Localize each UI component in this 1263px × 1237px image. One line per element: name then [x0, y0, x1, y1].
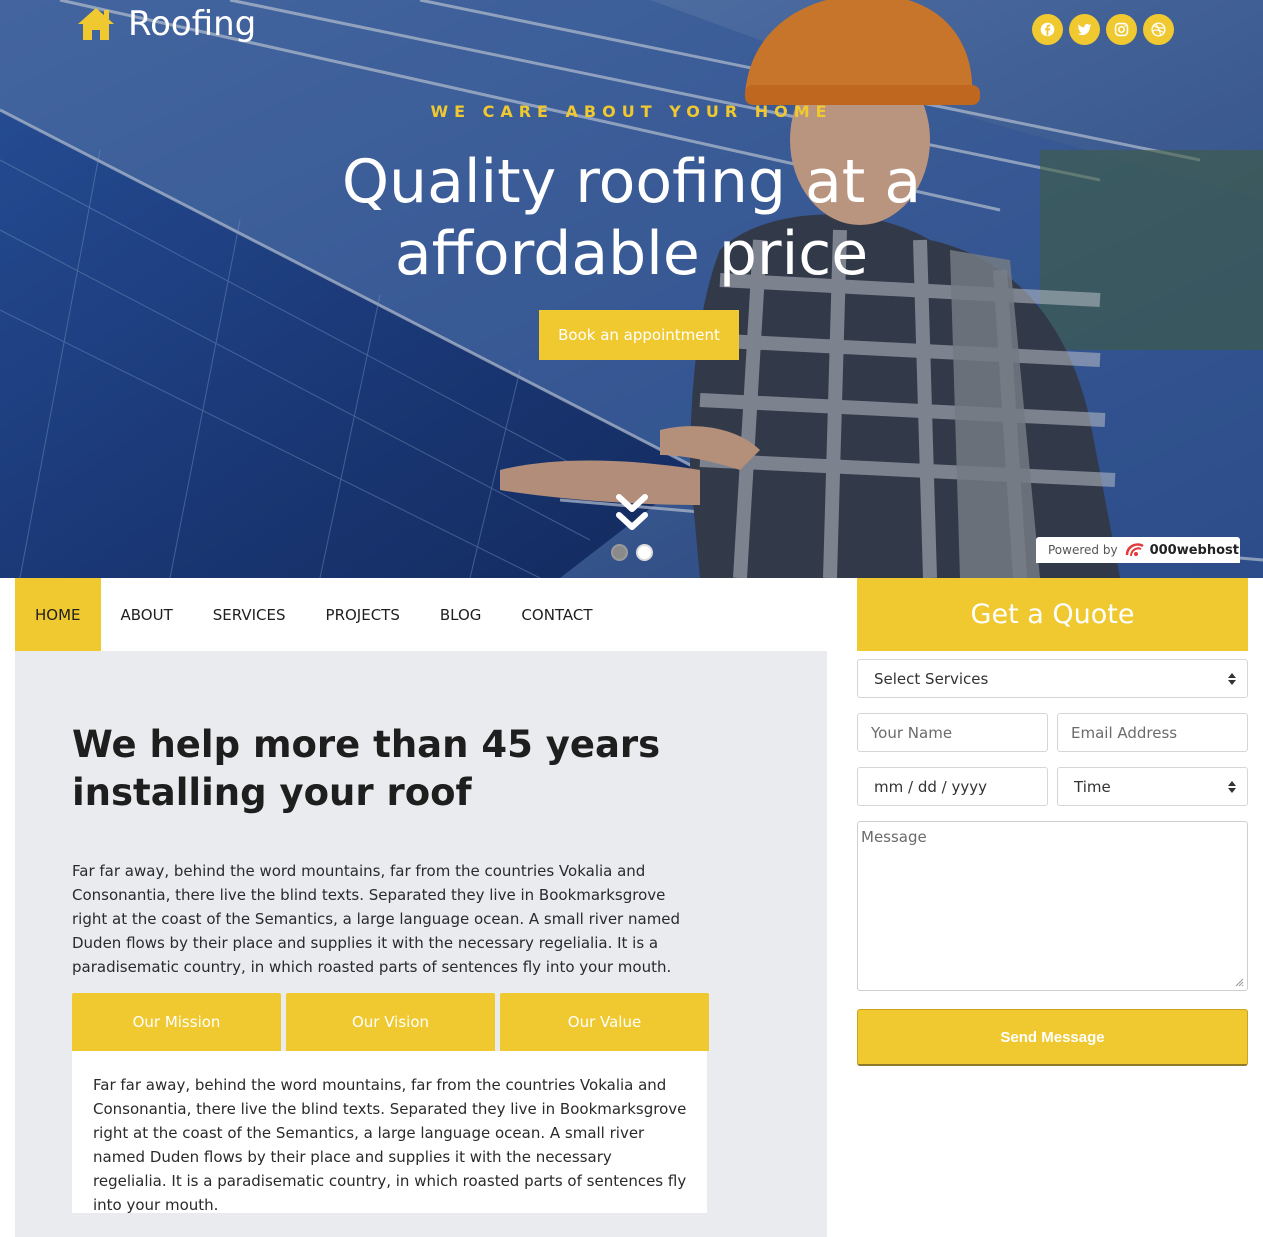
- tab-our-value[interactable]: Our Value: [500, 993, 709, 1051]
- twitter-link[interactable]: [1069, 14, 1100, 45]
- facebook-link[interactable]: [1032, 14, 1063, 45]
- chevron-double-down-icon[interactable]: [615, 494, 649, 534]
- powered-by-label: Powered by: [1048, 543, 1118, 557]
- home-icon: [78, 8, 114, 40]
- name-field-placeholder: Your Name: [871, 723, 953, 742]
- quote-title: Get a Quote: [857, 578, 1248, 651]
- services-select[interactable]: Select Services: [857, 659, 1248, 698]
- email-field[interactable]: Email Address: [1057, 713, 1248, 752]
- message-placeholder: Message: [861, 828, 927, 846]
- social-links: [1032, 14, 1174, 45]
- slider-dot-active[interactable]: [636, 544, 653, 561]
- about-tabs: Our Mission Our Vision Our Value: [72, 993, 709, 1051]
- brand-logo[interactable]: Roofing: [76, 4, 256, 44]
- time-select[interactable]: Time: [1057, 767, 1248, 806]
- twitter-icon: [1077, 23, 1092, 36]
- tab-our-mission[interactable]: Our Mission: [72, 993, 281, 1051]
- powered-by-badge[interactable]: Powered by 000webhost: [1036, 537, 1240, 563]
- nav-item-home[interactable]: HOME: [15, 578, 101, 651]
- time-select-value: Time: [1074, 777, 1111, 796]
- main-nav: HOME ABOUT SERVICES PROJECTS BLOG CONTAC…: [15, 578, 827, 651]
- select-arrows-icon: [1228, 672, 1236, 685]
- tab-our-vision[interactable]: Our Vision: [286, 993, 495, 1051]
- nav-item-contact[interactable]: CONTACT: [501, 578, 612, 651]
- about-section: We help more than 45 years installing yo…: [15, 651, 827, 1237]
- tab-panel-text: Far far away, behind the word mountains,…: [72, 1051, 707, 1214]
- hero-section: Roofing WE CARE ABOUT YOUR HOME Quality …: [0, 0, 1263, 578]
- services-select-value: Select Services: [874, 669, 989, 688]
- brand-name: Roofing: [128, 4, 257, 44]
- hero-title: Quality roofing at a affordable price: [341, 147, 922, 289]
- name-field[interactable]: Your Name: [857, 713, 1048, 752]
- instagram-link[interactable]: [1106, 14, 1137, 45]
- dribbble-link[interactable]: [1143, 14, 1174, 45]
- send-message-button[interactable]: Send Message: [857, 1009, 1248, 1066]
- date-field[interactable]: mm / dd / yyyy: [857, 767, 1048, 806]
- about-title: We help more than 45 years installing yo…: [72, 723, 661, 814]
- book-appointment-button[interactable]: Book an appointment: [539, 310, 739, 360]
- message-textarea[interactable]: Message: [857, 821, 1248, 991]
- nav-item-projects[interactable]: PROJECTS: [306, 578, 420, 651]
- nav-item-about[interactable]: ABOUT: [101, 578, 193, 651]
- select-arrows-icon: [1228, 780, 1236, 793]
- slider-dots: [611, 544, 653, 561]
- instagram-icon: [1114, 22, 1129, 37]
- webhost-logo-text: 000webhost: [1149, 542, 1239, 558]
- dribbble-icon: [1151, 22, 1166, 37]
- about-text: Far far away, behind the word mountains,…: [72, 862, 681, 976]
- email-field-placeholder: Email Address: [1071, 723, 1178, 742]
- slider-dot[interactable]: [611, 544, 628, 561]
- resize-grip-icon[interactable]: [1234, 977, 1244, 987]
- nav-item-blog[interactable]: BLOG: [420, 578, 502, 651]
- webhost-swirl-icon: [1125, 543, 1144, 557]
- nav-item-services[interactable]: SERVICES: [193, 578, 306, 651]
- hero-kicker: WE CARE ABOUT YOUR HOME: [430, 102, 833, 121]
- facebook-icon: [1040, 22, 1055, 37]
- date-field-placeholder: mm / dd / yyyy: [874, 777, 987, 796]
- webhost-logo: 000webhost: [1125, 541, 1239, 559]
